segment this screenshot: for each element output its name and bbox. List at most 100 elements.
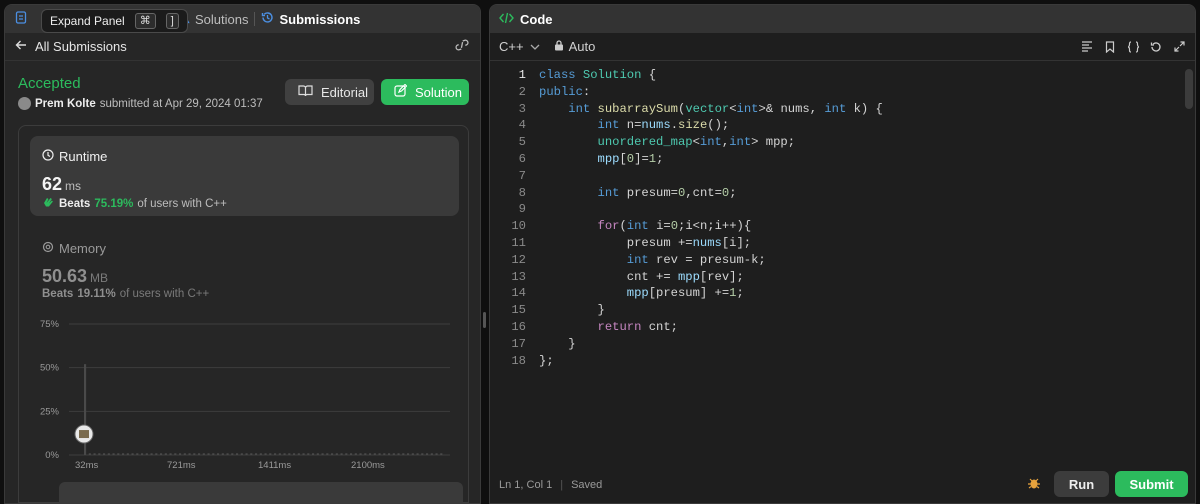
chart-bar xyxy=(88,453,91,455)
line-number: 5 xyxy=(518,135,526,150)
chart-bar xyxy=(226,453,229,455)
line-number: 17 xyxy=(511,336,526,351)
chart-bar xyxy=(236,453,239,455)
chart-bar xyxy=(350,453,353,455)
memory-value: 50.63 MB xyxy=(42,266,108,287)
tooltip-key-bracket: ] xyxy=(165,13,179,29)
chart-bar xyxy=(141,453,144,455)
chart-bar xyxy=(255,453,258,455)
tab-description[interactable] xyxy=(15,11,27,27)
line-number: 3 xyxy=(518,101,526,116)
chart-bar xyxy=(293,453,296,455)
distribution-range-slider[interactable]: 32ms 721ms 1411ms 2100ms xyxy=(59,482,463,503)
line-number: 18 xyxy=(511,353,526,368)
all-submissions-label: All Submissions xyxy=(35,39,127,54)
memory-beats-suffix: of users with C++ xyxy=(119,288,210,300)
auto-mode[interactable]: Auto xyxy=(554,39,595,54)
chart-bar xyxy=(378,453,381,455)
braces-icon[interactable] xyxy=(1126,40,1140,54)
tab-divider xyxy=(254,12,256,26)
y-tick-label: 25% xyxy=(40,406,60,417)
panel-resize-handle[interactable] xyxy=(483,312,486,328)
runtime-card[interactable]: Runtime 62 ms Beats 75.19% of users with … xyxy=(30,136,459,216)
format-icon[interactable] xyxy=(1080,40,1094,54)
tab-solutions[interactable]: Solutions xyxy=(178,11,248,27)
solution-button[interactable]: Solution xyxy=(381,79,469,105)
chart-bar xyxy=(145,453,148,455)
memory-unit: MB xyxy=(90,271,109,285)
all-submissions-link[interactable]: All Submissions xyxy=(15,39,127,54)
editor-scrollbar[interactable] xyxy=(1185,69,1193,109)
user-name[interactable]: Prem Kolte xyxy=(35,98,96,110)
bookmark-icon[interactable] xyxy=(1103,40,1117,54)
submit-button[interactable]: Submit xyxy=(1115,471,1188,497)
chart-bar xyxy=(345,453,348,455)
link-icon[interactable] xyxy=(454,39,470,54)
x-tick-label: 32ms xyxy=(75,460,98,471)
chart-bar xyxy=(202,453,205,455)
line-number: 7 xyxy=(518,168,526,183)
avatar[interactable] xyxy=(18,97,31,110)
line-number: 13 xyxy=(511,269,526,284)
memory-card[interactable]: Memory 50.63 MB Beats 19.11% of users wit… xyxy=(30,228,459,308)
runtime-beats-label: Beats xyxy=(59,197,91,210)
reset-icon[interactable] xyxy=(1149,40,1163,54)
tab-submissions[interactable]: Submissions xyxy=(261,11,360,27)
runtime-unit: ms xyxy=(65,179,82,193)
x-tick-label: 1411ms xyxy=(258,460,291,471)
expand-icon[interactable] xyxy=(1172,40,1186,54)
language-select[interactable]: C++ xyxy=(499,39,540,54)
chart-bar xyxy=(136,453,139,455)
book-icon xyxy=(298,84,313,100)
chart-bar xyxy=(122,453,125,455)
cursor-position: Ln 1, Col 1 xyxy=(499,479,553,491)
memory-title: Memory xyxy=(42,241,106,256)
chart-bar xyxy=(321,453,324,455)
chart-bar xyxy=(274,453,277,455)
editorial-button[interactable]: Editorial xyxy=(285,79,374,105)
description-icon xyxy=(15,11,27,27)
code-icon xyxy=(499,12,514,27)
chart-bar xyxy=(150,453,153,455)
line-number: 2 xyxy=(518,84,526,99)
clap-icon xyxy=(42,196,55,211)
code-title: Code xyxy=(520,11,553,27)
submissions-panel: al Solutions Submissions Expand Panel ⌘ … xyxy=(4,4,481,504)
code-lines[interactable]: class Solution { public: int subarraySum… xyxy=(539,67,883,369)
performance-card: Runtime 62 ms Beats 75.19% of users with … xyxy=(18,125,469,503)
code-header: Code xyxy=(490,5,1195,33)
chart-bar xyxy=(103,453,106,455)
chart-bar xyxy=(155,453,158,455)
y-tick-label: 75% xyxy=(40,319,60,330)
code-line: mpp[0]=1; xyxy=(597,151,664,166)
chart-bar xyxy=(407,453,410,455)
run-button[interactable]: Run xyxy=(1054,471,1109,497)
chart-bar xyxy=(392,453,395,455)
runtime-distribution-chart[interactable]: 0% 25% 50% 75% 32ms 721ms 1411ms 2100ms xyxy=(19,314,470,474)
line-number: 6 xyxy=(518,151,526,166)
chart-bar xyxy=(373,453,376,455)
memory-beats-pct: 19.11% xyxy=(77,288,116,300)
chart-bar xyxy=(179,453,182,455)
chart-bar xyxy=(421,453,424,455)
y-tick-label: 50% xyxy=(40,363,60,374)
chip-icon xyxy=(42,241,54,256)
memory-number: 50.63 xyxy=(42,266,88,286)
line-number-gutter: 1 2 3 4 5 6 7 8 9 10 11 12 13 14 15 16 17 18 xyxy=(490,67,526,369)
tooltip-label: Expand Panel xyxy=(50,14,125,28)
code-line: return cnt; xyxy=(597,319,678,334)
chart-bar xyxy=(169,453,172,455)
code-editor[interactable]: 1 2 3 4 5 6 7 8 9 10 11 12 13 14 15 16 17 18 class Soluti… xyxy=(490,67,1195,407)
debug-icon[interactable] xyxy=(1027,476,1041,490)
chart-bar xyxy=(369,453,372,455)
runtime-title: Runtime xyxy=(42,149,107,164)
runtime-title-label: Runtime xyxy=(59,149,108,164)
chart-bar xyxy=(440,453,443,455)
status-accepted: Accepted xyxy=(18,75,81,92)
status-divider: | xyxy=(560,479,564,491)
submitted-text: submitted at Apr 29, 2024 01:37 xyxy=(99,97,263,110)
submission-meta: Prem Kolte submitted at Apr 29, 2024 01:… xyxy=(18,97,263,110)
runtime-beats-suffix: of users with C++ xyxy=(137,197,227,210)
chart-bar xyxy=(174,453,177,455)
